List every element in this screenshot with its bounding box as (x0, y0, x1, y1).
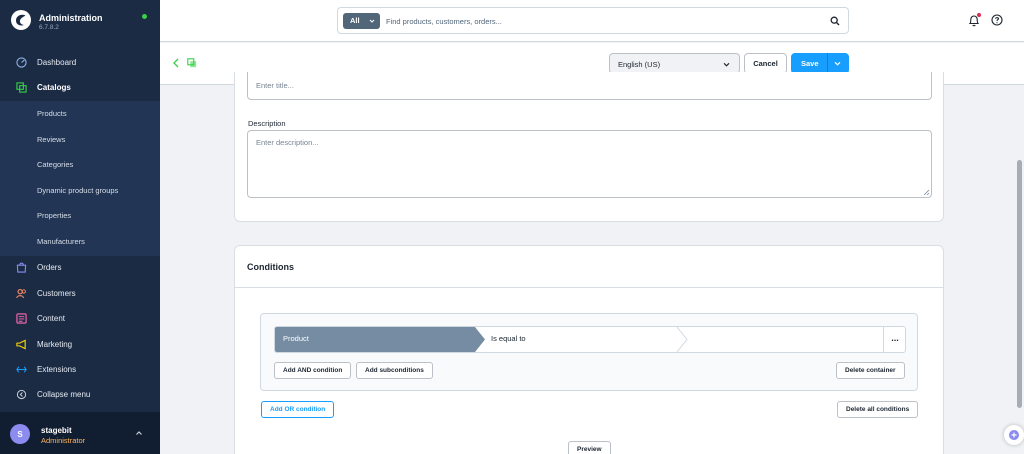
sidebar-item-label: Properties (37, 211, 72, 220)
user-menu[interactable]: S stagebit Administrator (0, 412, 160, 454)
save-button-label: Save (801, 59, 819, 68)
brand: Administration 6.7.8.2 (0, 0, 160, 42)
conditions-header: Conditions (235, 246, 943, 288)
save-divider (827, 53, 828, 74)
extensions-icon (16, 366, 27, 373)
shopware-logo-icon (11, 10, 31, 30)
top-bar: All (160, 0, 1024, 42)
scrollbar[interactable] (1017, 160, 1022, 408)
sidebar-item-label: Extensions (37, 365, 77, 374)
user-role: Administrator (41, 436, 86, 445)
sidebar-item-content[interactable]: Content (0, 306, 160, 331)
language-value: English (US) (618, 60, 661, 69)
title-field (247, 72, 932, 100)
status-dot (142, 14, 147, 19)
condition-field-value: Product (283, 334, 309, 343)
sidebar-subitem-categories[interactable]: Categories (0, 152, 160, 177)
search-scope-select[interactable]: All (343, 13, 380, 29)
sidebar-item-label: Catalogs (37, 83, 71, 92)
sidebar-item-marketing[interactable]: Marketing (0, 332, 160, 357)
condition-container: Product Is equal to ... Add AND conditio… (260, 313, 918, 391)
content-icon (16, 313, 27, 324)
language-select[interactable]: English (US) (609, 53, 740, 74)
title-input[interactable] (256, 81, 856, 90)
sidebar-item-catalogs[interactable]: Catalogs (0, 75, 160, 100)
sidebar-item-label: Marketing (37, 340, 73, 349)
chevron-down-icon[interactable] (834, 60, 841, 67)
user-name: stagebit (41, 426, 72, 435)
conditions-card: Conditions Product Is equal to ... Add A… (234, 245, 944, 454)
sidebar-item-label: Products (37, 109, 67, 118)
description-textarea[interactable] (247, 130, 932, 198)
sidebar-item-label: Reviews (37, 135, 66, 144)
global-search: All (337, 7, 849, 34)
notification-badge (977, 13, 981, 17)
sidebar-subitem-products[interactable]: Products (0, 101, 160, 126)
sidebar-subitem-reviews[interactable]: Reviews (0, 127, 160, 152)
app-title: Administration (39, 13, 103, 23)
sidebar-item-label: Categories (37, 160, 74, 169)
dashboard-icon (16, 57, 27, 68)
sidebar-item-label: Orders (37, 263, 62, 272)
sidebar-item-label: Collapse menu (37, 390, 91, 399)
resize-handle-icon[interactable] (923, 189, 930, 196)
sidebar-item-dashboard[interactable]: Dashboard (0, 50, 160, 75)
sidebar-item-extensions[interactable]: Extensions (0, 357, 160, 382)
sidebar-item-customers[interactable]: Customers (0, 281, 160, 306)
conditions-heading: Conditions (247, 262, 294, 272)
sidebar-item-orders[interactable]: Orders (0, 255, 160, 280)
catalogs-icon (16, 82, 27, 93)
sidebar-item-label: Content (37, 314, 66, 323)
customers-icon (16, 289, 26, 299)
cancel-button[interactable]: Cancel (744, 53, 787, 74)
assistant-button[interactable] (1004, 425, 1024, 445)
chevron-up-icon (136, 431, 142, 435)
search-scope-label: All (350, 16, 360, 25)
sidebar-item-label: Manufacturers (37, 237, 85, 246)
copy-icon[interactable] (187, 58, 197, 68)
sidebar-subitem-manufacturers[interactable]: Manufacturers (0, 229, 160, 254)
collapse-icon (16, 389, 27, 400)
condition-row: Product Is equal to ... (274, 326, 906, 353)
condition-operator-value: Is equal to (491, 334, 526, 343)
search-input[interactable] (386, 13, 806, 29)
chevron-down-icon (369, 19, 375, 23)
sidebar: Administration 6.7.8.2 Dashboard Catalog… (0, 0, 160, 454)
sidebar-subitem-properties[interactable]: Properties (0, 203, 160, 228)
delete-container-button[interactable]: Delete container (836, 362, 905, 379)
help-icon[interactable] (991, 14, 1003, 26)
add-or-condition-button[interactable]: Add OR condition (261, 401, 335, 418)
general-card: Description (234, 72, 944, 222)
sidebar-item-label: Dashboard (37, 58, 77, 67)
orders-icon (16, 262, 27, 273)
collapse-menu-button[interactable]: Collapse menu (0, 382, 160, 407)
chevron-left-icon[interactable] (172, 58, 180, 68)
sidebar-subitem-dynamic-product-groups[interactable]: Dynamic product groups (0, 178, 160, 203)
assistant-icon (1009, 430, 1019, 440)
preview-button[interactable]: Preview (568, 441, 611, 454)
app-version: 6.7.8.2 (39, 24, 59, 31)
add-subconditions-button[interactable]: Add subconditions (356, 362, 433, 379)
sidebar-item-label: Dynamic product groups (37, 186, 119, 195)
description-label: Description (248, 119, 286, 128)
search-icon[interactable] (830, 16, 840, 26)
avatar: S (10, 424, 30, 444)
delete-all-conditions-button[interactable]: Delete all conditions (837, 401, 919, 418)
chevron-down-icon (723, 62, 730, 67)
save-button[interactable]: Save (791, 53, 849, 74)
add-and-condition-button[interactable]: Add AND condition (274, 362, 352, 379)
sidebar-item-label: Customers (37, 289, 76, 298)
condition-more-button[interactable]: ... (883, 327, 905, 352)
megaphone-icon (16, 339, 26, 350)
condition-field-select[interactable]: Product (275, 327, 485, 352)
